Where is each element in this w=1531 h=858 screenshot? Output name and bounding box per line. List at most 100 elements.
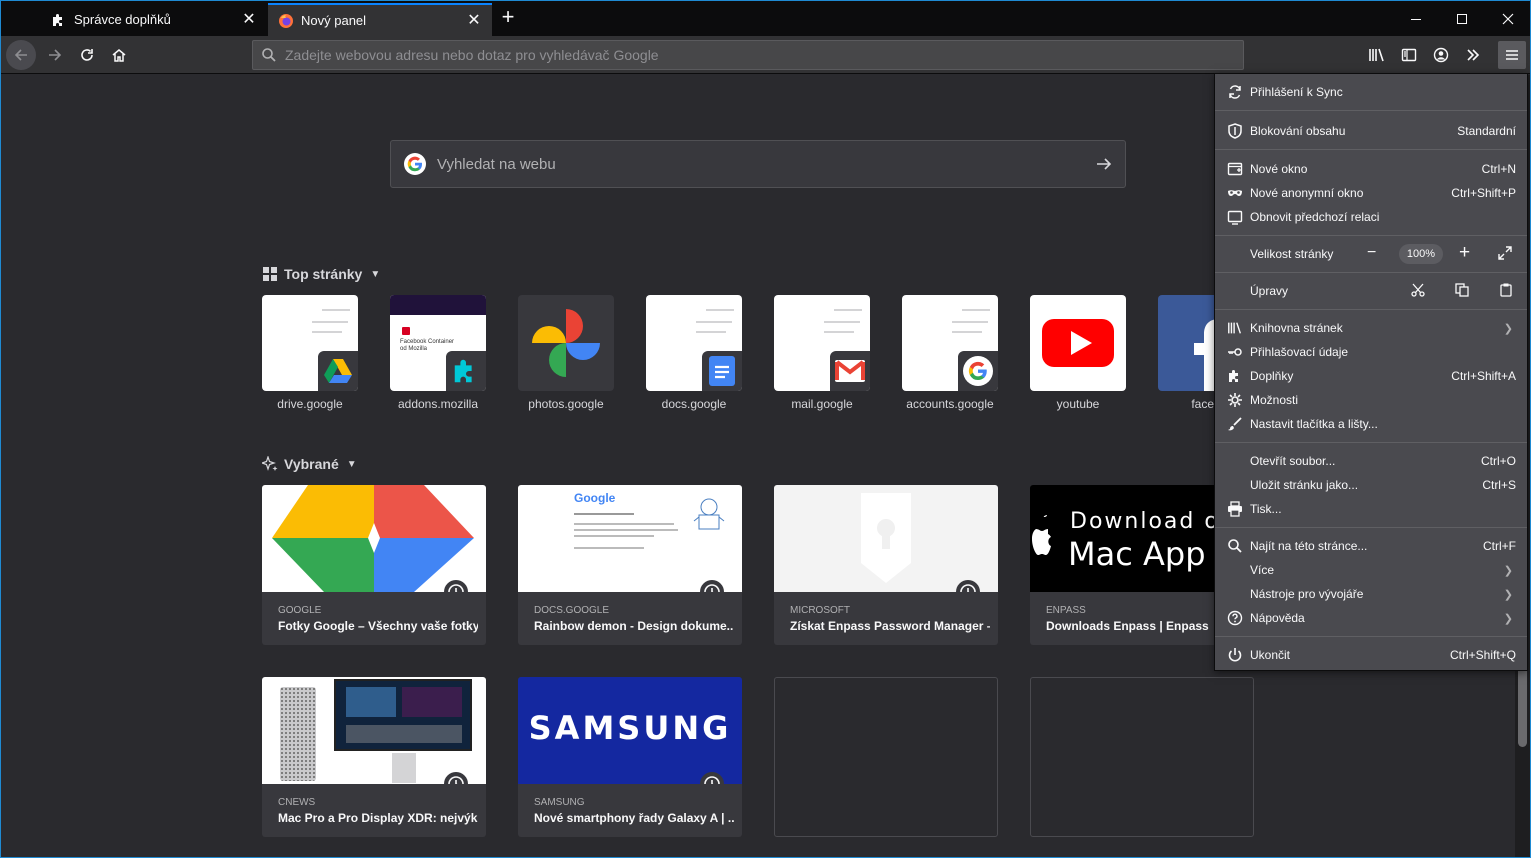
account-icon xyxy=(1433,47,1449,63)
tab-title: Správce doplňků xyxy=(74,12,171,27)
menu-item-devtools[interactable]: Nástroje pro vývojáře ❯ xyxy=(1215,582,1527,606)
search-placeholder: Vyhledat na webu xyxy=(437,155,556,173)
menu-item-private-window[interactable]: Nové anonymní okno Ctrl+Shift+P xyxy=(1215,181,1527,205)
app-menu-panel: Přihlášení k Sync Blokování obsahu Stand… xyxy=(1214,73,1528,671)
highlights-header[interactable]: Vybrané ▼ xyxy=(262,456,357,472)
menu-item-save-page[interactable]: Uložit stránku jako... Ctrl+S xyxy=(1215,473,1527,497)
top-sites-title: Top stránky xyxy=(284,266,363,282)
gear-icon xyxy=(1226,391,1244,409)
paste-button[interactable] xyxy=(1499,283,1513,300)
menu-item-logins[interactable]: Přihlašovací údaje xyxy=(1215,340,1527,364)
forward-button[interactable] xyxy=(40,40,70,70)
top-sites-header[interactable]: Top stránky ▼ xyxy=(262,266,380,282)
home-button[interactable] xyxy=(104,40,134,70)
menu-item-addons[interactable]: Doplňky Ctrl+Shift+A xyxy=(1215,364,1527,388)
app-menu-button[interactable] xyxy=(1498,41,1526,69)
highlight-card[interactable]: CNEWS Mac Pro a Pro Display XDR: nejvýk.… xyxy=(262,677,486,837)
url-input[interactable] xyxy=(285,47,1243,63)
menu-label: Doplňky xyxy=(1250,369,1294,383)
menu-label: Nastavit tlačítka a lišty... xyxy=(1250,417,1378,431)
menu-label: Úpravy xyxy=(1250,284,1289,298)
zoom-in-button[interactable]: + xyxy=(1459,242,1470,264)
top-site-tile[interactable]: docs.google xyxy=(646,295,742,411)
arrow-right-icon[interactable] xyxy=(1095,155,1113,173)
menu-shortcut: Ctrl+F xyxy=(1483,539,1516,553)
top-site-tile[interactable]: photos.google xyxy=(518,295,614,411)
menu-label: Tisk... xyxy=(1250,502,1282,516)
zoom-out-button[interactable]: − xyxy=(1367,244,1376,262)
menu-item-print[interactable]: Tisk... xyxy=(1215,497,1527,521)
menu-separator xyxy=(1215,235,1527,236)
card-title: Nové smartphony řady Galaxy A | ... xyxy=(534,811,734,825)
sync-icon xyxy=(1226,83,1244,101)
highlight-card[interactable]: SAMSUNG SAMSUNG Nové smartphony řady Gal… xyxy=(518,677,742,837)
menu-label: Blokování obsahu xyxy=(1250,124,1346,138)
close-tab-icon[interactable]: ✕ xyxy=(241,11,257,28)
site-thumbnail: Facebook Container od Mozilla xyxy=(390,295,486,391)
menu-item-library[interactable]: Knihovna stránek ❯ xyxy=(1215,316,1527,340)
menu-label: Ukončit xyxy=(1250,648,1291,662)
reload-button[interactable] xyxy=(72,40,102,70)
chevron-right-icon: ❯ xyxy=(1503,564,1513,577)
sidebar-button[interactable] xyxy=(1394,40,1424,70)
menu-item-restore-session[interactable]: Obnovit předchozí relaci xyxy=(1215,205,1527,229)
menu-item-more[interactable]: Více ❯ xyxy=(1215,558,1527,582)
card-thumbnail xyxy=(262,485,486,592)
menu-label: Nápověda xyxy=(1250,611,1305,625)
close-tab-icon[interactable]: ✕ xyxy=(466,12,482,29)
library-button[interactable] xyxy=(1362,40,1392,70)
highlight-card[interactable]: MICROSOFT Získat Enpass Password Manager… xyxy=(774,485,998,645)
highlight-card[interactable]: GOOGLE Fotky Google – Všechny vaše fotky… xyxy=(262,485,486,645)
url-bar[interactable] xyxy=(252,40,1244,70)
arrow-left-icon xyxy=(14,49,27,61)
zoom-reset-button[interactable]: 100% xyxy=(1399,244,1443,264)
sidebar-icon xyxy=(1401,48,1417,62)
chevron-right-icon: ❯ xyxy=(1503,612,1513,625)
top-site-tile[interactable]: Facebook Container od Mozilla addons.moz… xyxy=(390,295,486,411)
account-button[interactable] xyxy=(1426,40,1456,70)
maximize-button[interactable] xyxy=(1439,1,1485,36)
menu-item-sync[interactable]: Přihlášení k Sync xyxy=(1215,80,1527,104)
site-thumbnail xyxy=(774,295,870,391)
menu-item-new-window[interactable]: Nové okno Ctrl+N xyxy=(1215,157,1527,181)
new-tab-button[interactable]: + xyxy=(496,6,520,30)
menu-item-help[interactable]: Nápověda ❯ xyxy=(1215,606,1527,630)
grid-icon xyxy=(262,266,278,282)
top-site-label: docs.google xyxy=(661,397,727,411)
google-g-icon xyxy=(404,153,426,175)
close-window-button[interactable] xyxy=(1485,1,1530,36)
highlight-card[interactable]: Google DOCS.GOOGLE Rainbow demon - Desig… xyxy=(518,485,742,645)
menu-item-content-blocking[interactable]: Blokování obsahu Standardní xyxy=(1215,119,1527,143)
chevron-down-icon: ▼ xyxy=(346,458,357,470)
menu-item-edit: Úpravy xyxy=(1215,279,1527,303)
menu-label: Přihlašovací údaje xyxy=(1250,345,1349,359)
copy-button[interactable] xyxy=(1455,283,1469,300)
empty-card-placeholder xyxy=(774,677,998,837)
back-button[interactable] xyxy=(6,40,36,70)
menu-item-quit[interactable]: Ukončit Ctrl+Shift+Q xyxy=(1215,643,1527,667)
minimize-button[interactable] xyxy=(1393,1,1439,36)
tab-new-tab[interactable]: Nový panel ✕ xyxy=(268,3,492,36)
top-site-tile[interactable]: drive.google xyxy=(262,295,358,411)
top-site-tile[interactable]: youtube xyxy=(1030,295,1126,411)
cut-button[interactable] xyxy=(1411,283,1425,300)
tab-addons-manager[interactable]: Správce doplňků ✕ xyxy=(41,3,267,36)
google-photos-icon xyxy=(518,295,614,391)
maximize-icon xyxy=(1457,13,1467,24)
menu-item-find[interactable]: Najít na této stránce... Ctrl+F xyxy=(1215,534,1527,558)
menu-item-options[interactable]: Možnosti xyxy=(1215,388,1527,412)
apple-icon xyxy=(1032,515,1051,555)
home-icon xyxy=(112,49,126,62)
search-icon xyxy=(1226,537,1244,555)
menu-item-open-file[interactable]: Otevřít soubor... Ctrl+O xyxy=(1215,449,1527,473)
top-site-tile[interactable]: mail.google xyxy=(774,295,870,411)
highlights-title: Vybrané xyxy=(284,456,339,472)
top-site-tile[interactable]: accounts.google xyxy=(902,295,998,411)
menu-item-customize[interactable]: Nastavit tlačítka a lišty... xyxy=(1215,412,1527,436)
web-search-box[interactable]: Vyhledat na webu xyxy=(390,140,1126,188)
clock-icon xyxy=(700,580,724,592)
apple-store-line1: Download on xyxy=(1070,509,1236,534)
fullscreen-button[interactable] xyxy=(1498,246,1512,263)
menu-shortcut: Ctrl+S xyxy=(1482,478,1516,492)
overflow-button[interactable] xyxy=(1458,40,1488,70)
